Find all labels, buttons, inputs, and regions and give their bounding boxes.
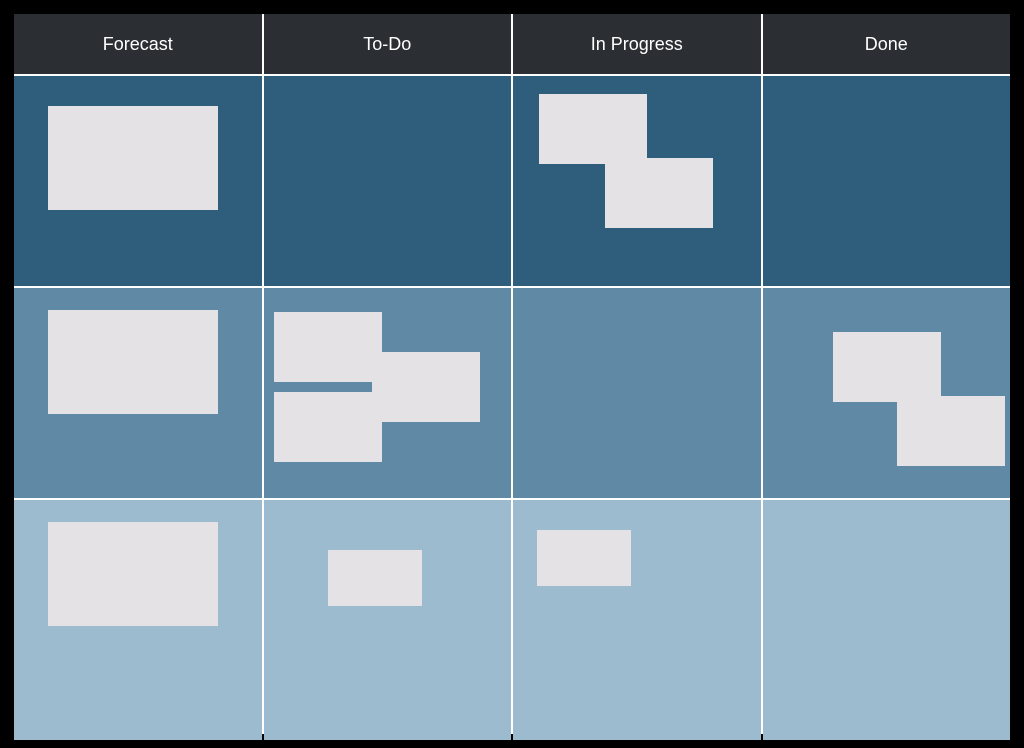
column-header-done: Done bbox=[763, 14, 1011, 74]
cell-r1-todo[interactable] bbox=[264, 288, 512, 498]
kanban-card[interactable] bbox=[372, 352, 480, 422]
cell-r1-in-progress[interactable] bbox=[513, 288, 761, 498]
kanban-card[interactable] bbox=[48, 522, 218, 626]
cell-r1-forecast[interactable] bbox=[14, 288, 262, 498]
kanban-card[interactable] bbox=[537, 530, 631, 586]
kanban-board: Forecast To-Do In Progress Done bbox=[14, 14, 1010, 734]
kanban-card[interactable] bbox=[274, 312, 382, 382]
column-header-in-progress: In Progress bbox=[513, 14, 761, 74]
kanban-card[interactable] bbox=[539, 94, 647, 164]
cell-r2-todo[interactable] bbox=[264, 500, 512, 740]
cell-r0-todo[interactable] bbox=[264, 76, 512, 286]
kanban-card[interactable] bbox=[328, 550, 422, 606]
kanban-card[interactable] bbox=[274, 392, 382, 462]
kanban-card[interactable] bbox=[48, 106, 218, 210]
kanban-card[interactable] bbox=[48, 310, 218, 414]
cell-r0-done[interactable] bbox=[763, 76, 1011, 286]
kanban-card[interactable] bbox=[605, 158, 713, 228]
column-header-label: Forecast bbox=[103, 34, 173, 55]
column-header-label: To-Do bbox=[363, 34, 411, 55]
cell-r0-in-progress[interactable] bbox=[513, 76, 761, 286]
column-header-label: In Progress bbox=[591, 34, 683, 55]
column-header-label: Done bbox=[865, 34, 908, 55]
cell-r1-done[interactable] bbox=[763, 288, 1011, 498]
cell-r2-done[interactable] bbox=[763, 500, 1011, 740]
kanban-card[interactable] bbox=[897, 396, 1005, 466]
column-header-forecast: Forecast bbox=[14, 14, 262, 74]
cell-r2-forecast[interactable] bbox=[14, 500, 262, 740]
column-header-todo: To-Do bbox=[264, 14, 512, 74]
cell-r0-forecast[interactable] bbox=[14, 76, 262, 286]
kanban-card[interactable] bbox=[833, 332, 941, 402]
cell-r2-in-progress[interactable] bbox=[513, 500, 761, 740]
